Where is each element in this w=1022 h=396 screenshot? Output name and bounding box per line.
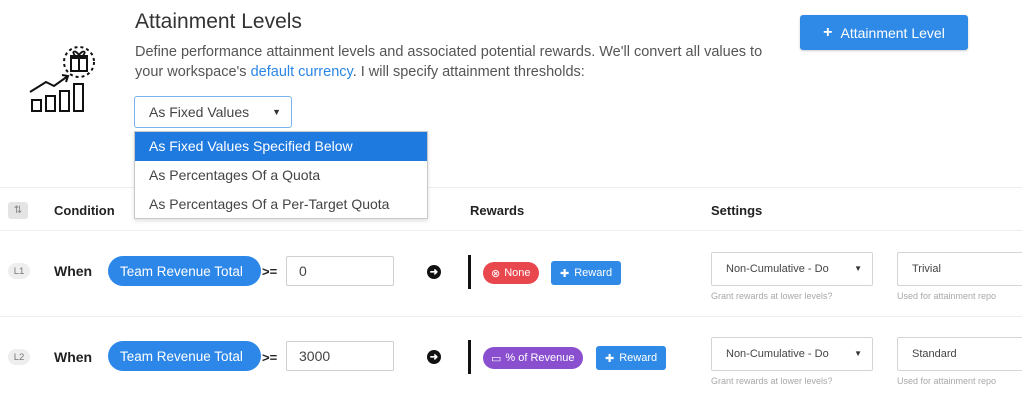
- column-header-condition: Condition: [54, 203, 115, 218]
- card-icon: ▭: [491, 352, 502, 365]
- column-header-rewards: Rewards: [470, 203, 525, 218]
- caret-down-icon: ▼: [272, 107, 281, 117]
- cumulative-value: Non-Cumulative - Do: [726, 348, 829, 360]
- cumulative-select[interactable]: Non-Cumulative - Do ▼: [711, 337, 873, 371]
- arrow-right-circle-icon[interactable]: ➜: [427, 350, 441, 364]
- threshold-input[interactable]: 0: [286, 256, 394, 286]
- caret-down-icon: ▼: [854, 264, 862, 273]
- metric-pill[interactable]: Team Revenue Total: [108, 341, 261, 371]
- close-circle-icon: ⊗: [491, 267, 501, 280]
- threshold-mode-select[interactable]: As Fixed Values ▼: [134, 96, 292, 128]
- add-attainment-level-button[interactable]: + Attainment Level: [800, 15, 968, 50]
- add-attainment-level-label: Attainment Level: [840, 24, 945, 41]
- cumulative-help: Grant rewards at lower levels?: [711, 376, 833, 386]
- level-badge: L1: [8, 263, 30, 279]
- threshold-mode-value: As Fixed Values: [149, 104, 250, 120]
- operator-label: >=: [262, 350, 278, 365]
- when-label: When: [54, 349, 93, 365]
- add-reward-label: Reward: [574, 267, 613, 279]
- gift-growth-chart-icon: [28, 44, 98, 118]
- level-badge: L2: [8, 349, 30, 365]
- threshold-mode-dropdown: As Fixed Values Specified Below As Perce…: [134, 131, 428, 219]
- rewards-divider: [468, 340, 471, 374]
- reward-tag-revenue[interactable]: ▭ % of Revenue: [483, 347, 583, 369]
- plus-icon: +: [823, 23, 833, 41]
- when-label: When: [54, 263, 93, 279]
- add-reward-button[interactable]: ✚ Reward: [551, 261, 622, 285]
- divider: [0, 316, 1022, 317]
- reward-tag-none[interactable]: ⊗ None: [483, 262, 539, 284]
- description-suffix: . I will specify attainment thresholds:: [352, 64, 585, 80]
- threshold-option-per-target-quota[interactable]: As Percentages Of a Per-Target Quota: [135, 190, 427, 219]
- reward-tag-label: % of Revenue: [505, 352, 575, 364]
- plus-icon: ✚: [560, 267, 570, 280]
- cumulative-help: Grant rewards at lower levels?: [711, 291, 833, 301]
- page-description: Define performance attainment levels and…: [135, 42, 785, 82]
- reward-tag-label: None: [504, 267, 531, 279]
- arrow-right-circle-icon[interactable]: ➜: [427, 265, 441, 279]
- metric-pill[interactable]: Team Revenue Total: [108, 256, 261, 286]
- page-title: Attainment Levels: [135, 10, 302, 33]
- threshold-input[interactable]: 3000: [286, 341, 394, 371]
- plus-icon: ✚: [605, 352, 615, 365]
- add-reward-label: Reward: [619, 352, 658, 364]
- caret-down-icon: ▼: [854, 349, 862, 358]
- sort-icon[interactable]: ⇅: [8, 202, 28, 219]
- column-header-settings: Settings: [711, 203, 763, 218]
- add-reward-button[interactable]: ✚ Reward: [596, 346, 667, 370]
- level-name-input[interactable]: Trivial: [897, 252, 1022, 286]
- level-name-input[interactable]: Standard: [897, 337, 1022, 371]
- level-name-help: Used for attainment repo: [897, 291, 997, 301]
- operator-label: >=: [262, 264, 278, 279]
- cumulative-select[interactable]: Non-Cumulative - Do ▼: [711, 252, 873, 286]
- threshold-option-quota[interactable]: As Percentages Of a Quota: [135, 161, 427, 190]
- divider: [0, 230, 1022, 231]
- threshold-option-fixed[interactable]: As Fixed Values Specified Below: [135, 132, 427, 161]
- default-currency-link[interactable]: default currency: [251, 64, 353, 80]
- cumulative-value: Non-Cumulative - Do: [726, 263, 829, 275]
- rewards-divider: [468, 255, 471, 289]
- level-name-help: Used for attainment repo: [897, 376, 997, 386]
